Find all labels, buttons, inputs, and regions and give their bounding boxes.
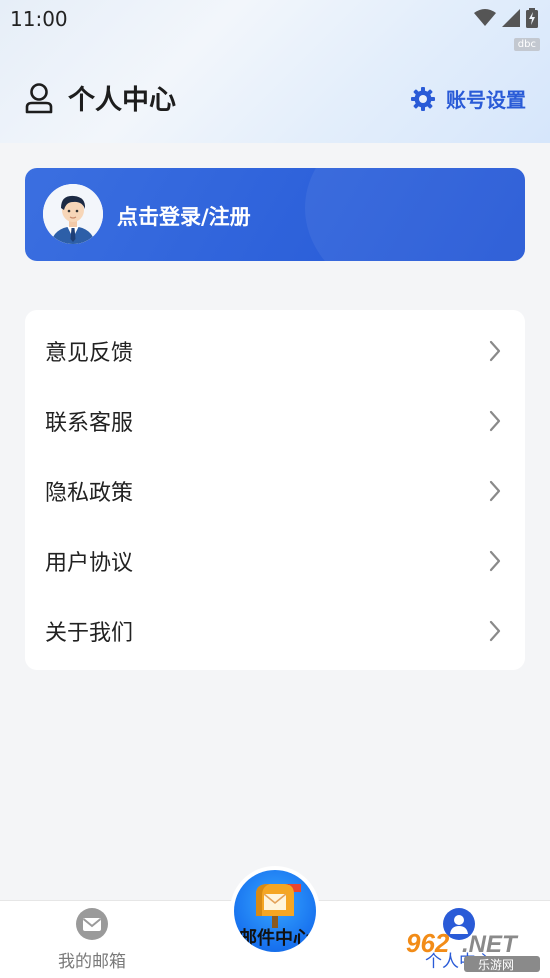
- menu-item-customer-service[interactable]: 联系客服: [25, 386, 525, 456]
- menu-item-about-us[interactable]: 关于我们: [25, 596, 525, 666]
- page-title-row: 个人中心: [24, 78, 176, 117]
- login-register-label: 点击登录/注册: [117, 205, 251, 229]
- menu-item-label: 意见反馈: [45, 341, 134, 366]
- chevron-right-icon: [489, 480, 501, 502]
- menu-item-label: 用户协议: [45, 551, 134, 576]
- menu-item-label: 隐私政策: [45, 481, 134, 506]
- svg-text:.NET: .NET: [462, 931, 519, 958]
- account-settings-label: 账号设置: [446, 88, 526, 112]
- watermark-logo-icon: 962 .NET 乐游网: [406, 928, 540, 972]
- avatar-illustration-icon: [43, 184, 103, 244]
- menu-item-feedback[interactable]: 意见反馈: [25, 316, 525, 386]
- wifi-icon: [474, 9, 496, 26]
- status-bar: 11:00 dbc: [0, 0, 550, 51]
- chevron-right-icon: [489, 550, 501, 572]
- login-register-card[interactable]: 点击登录/注册: [25, 168, 525, 261]
- tab-mail-center[interactable]: 邮件中心: [230, 866, 320, 956]
- tab-my-mailbox[interactable]: 我的邮箱: [50, 901, 134, 978]
- debug-tag: dbc: [513, 38, 540, 51]
- status-time: 11:00: [10, 7, 68, 31]
- chevron-right-icon: [489, 410, 501, 432]
- status-icons: [474, 8, 538, 28]
- tab-label: 我的邮箱: [58, 952, 126, 972]
- chevron-right-icon: [489, 620, 501, 642]
- mail-icon: [76, 908, 108, 940]
- page-title: 个人中心: [68, 85, 176, 116]
- tab-label: 邮件中心: [239, 928, 311, 949]
- account-settings-button[interactable]: 账号设置: [410, 84, 526, 113]
- signal-icon: [502, 9, 520, 27]
- menu-list: 意见反馈 联系客服 隐私政策 用户协议 关于我们: [25, 310, 525, 670]
- menu-item-privacy-policy[interactable]: 隐私政策: [25, 456, 525, 526]
- battery-icon: [526, 8, 538, 28]
- svg-text:乐游网: 乐游网: [478, 958, 514, 972]
- watermark: 962 .NET 乐游网: [404, 928, 544, 976]
- user-outline-icon: [25, 82, 53, 113]
- chevron-right-icon: [489, 340, 501, 362]
- mail-center-badge: 邮件中心: [234, 870, 316, 952]
- avatar: [43, 184, 103, 244]
- menu-item-label: 联系客服: [45, 411, 134, 436]
- gear-icon: [411, 86, 435, 111]
- menu-item-label: 关于我们: [45, 621, 134, 646]
- svg-text:962: 962: [406, 928, 450, 958]
- menu-item-user-agreement[interactable]: 用户协议: [25, 526, 525, 596]
- header: 11:00 dbc 个人中心 账号设置: [0, 0, 550, 143]
